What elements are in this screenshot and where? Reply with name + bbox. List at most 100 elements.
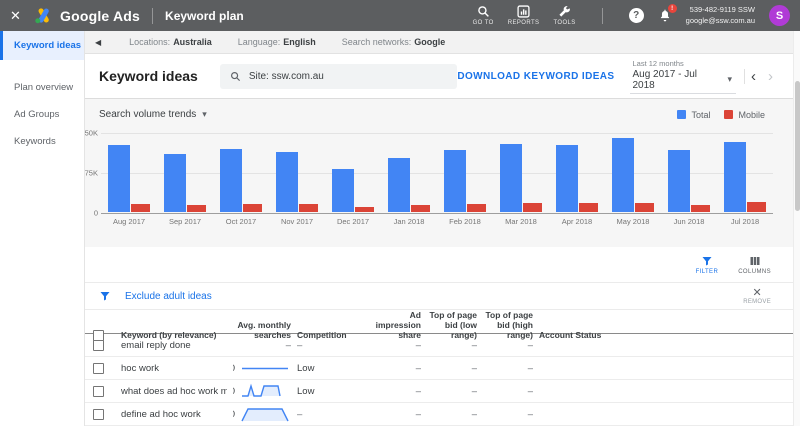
column-header-account-status[interactable]: Account Status [539, 330, 785, 340]
collapse-back-icon[interactable]: ◀ [95, 38, 101, 47]
vertical-scrollbar[interactable] [793, 31, 800, 426]
wrench-icon [558, 5, 571, 18]
total-bar [276, 152, 298, 212]
google-ads-brand[interactable]: Google Ads [34, 7, 140, 24]
mobile-bar [411, 205, 430, 212]
column-header-searches[interactable]: Avg. monthly searches [233, 320, 291, 340]
top-app-bar: ✕ Google Ads Keyword plan GO TO [0, 0, 800, 31]
trend-sparkline [239, 406, 291, 423]
bar-group: Mar 2018 [493, 133, 549, 213]
low-bid-cell: – [427, 386, 477, 397]
total-swatch [677, 110, 686, 119]
goto-button[interactable]: GO TO [473, 5, 494, 26]
bar-chart-plot: Aug 2017Sep 2017Oct 2017Nov 2017Dec 2017… [101, 133, 773, 213]
keyword-cell: email reply done [121, 340, 227, 351]
row-checkbox[interactable] [93, 363, 104, 374]
mobile-bar [187, 205, 206, 212]
avatar[interactable]: S [769, 5, 790, 26]
networks-setting[interactable]: Search networks:Google [342, 37, 446, 47]
language-setting[interactable]: Language:English [238, 37, 316, 47]
total-bar [444, 150, 466, 212]
search-icon [477, 5, 490, 18]
exclude-adult-ideas-filter[interactable]: Exclude adult ideas [125, 291, 212, 302]
sidebar-item-keyword-ideas[interactable]: Keyword ideas [0, 31, 84, 60]
columns-button[interactable]: COLUMNS [738, 255, 771, 275]
table-row[interactable]: hoc work10Low––– [85, 357, 793, 380]
mobile-bar [579, 203, 598, 212]
searches-cell: 10 [233, 406, 291, 423]
mobile-bar [131, 204, 150, 212]
columns-icon [749, 255, 761, 267]
bar-group: Feb 2018 [437, 133, 493, 213]
search-icon [230, 71, 241, 82]
date-range-dropdown[interactable]: Last 12 months Aug 2017 - Jul 2018 ▾ [630, 59, 736, 94]
download-keyword-ideas-button[interactable]: DOWNLOAD KEYWORD IDEAS [457, 71, 614, 82]
row-checkbox[interactable] [93, 409, 104, 420]
total-bar [724, 142, 746, 212]
x-tick-label: Feb 2018 [437, 217, 493, 226]
searches-cell: 10 [233, 360, 291, 377]
column-header-ad-impression[interactable]: Ad impression share [365, 310, 421, 341]
filter-button[interactable]: FILTER [696, 255, 719, 275]
keyword-ideas-header: Keyword ideas Site: ssw.com.au DOWNLOAD … [85, 54, 793, 99]
searches-cell: – [233, 340, 291, 351]
sidebar-item-ad-groups[interactable]: Ad Groups [0, 101, 84, 128]
x-tick-label: Mar 2018 [493, 217, 549, 226]
row-checkbox[interactable] [93, 386, 104, 397]
close-icon[interactable]: ✕ [10, 8, 34, 24]
google-ads-app: ✕ Google Ads Keyword plan GO TO [0, 0, 800, 426]
mobile-bar [523, 203, 542, 212]
bar-group: Jul 2018 [717, 133, 773, 213]
bar-group: Apr 2018 [549, 133, 605, 213]
chevron-down-icon: ▾ [727, 74, 732, 85]
high-bid-cell: – [483, 340, 533, 351]
table-row[interactable]: what does ad hoc work mean10Low––– [85, 380, 793, 403]
date-range-value: Aug 2017 - Jul 2018 [632, 69, 713, 91]
high-bid-cell: – [483, 386, 533, 397]
column-header-high-bid[interactable]: Top of page bid (high range) [483, 310, 533, 341]
locations-setting[interactable]: Locations:Australia [129, 37, 212, 47]
total-bar [556, 145, 578, 212]
trend-sparkline [239, 383, 291, 400]
close-icon: ✕ [752, 288, 761, 299]
help-icon[interactable]: ? [629, 8, 644, 23]
sidebar-item-plan-overview[interactable]: Plan overview [0, 74, 84, 101]
competition-cell: Low [297, 363, 359, 374]
total-bar [220, 149, 242, 212]
sidebar: Keyword ideas Plan overviewAd GroupsKeywo… [0, 31, 85, 426]
bar-group: Oct 2017 [213, 133, 269, 213]
legend-total: Total [677, 110, 710, 120]
notifications-bell-icon[interactable]: ! [658, 8, 672, 23]
site-search-input[interactable]: Site: ssw.com.au [220, 64, 458, 89]
searches-cell: 10 [233, 383, 291, 400]
mobile-bar [691, 205, 710, 212]
notification-badge: ! [668, 4, 677, 13]
scrollbar-thumb[interactable] [795, 81, 800, 211]
page-title: Keyword plan [165, 9, 244, 23]
row-checkbox[interactable] [93, 340, 104, 351]
mobile-bar [467, 204, 486, 212]
competition-cell: – [297, 340, 359, 351]
remove-filter-button[interactable]: ✕ REMOVE [743, 288, 771, 305]
trend-sparkline [239, 360, 291, 377]
previous-period-button[interactable]: ‹ [744, 69, 762, 84]
total-bar [612, 138, 634, 212]
table-row[interactable]: define ad hoc work10–––– [85, 403, 793, 426]
bar-group: Nov 2017 [269, 133, 325, 213]
competition-cell: – [297, 409, 359, 420]
table-header: Keyword (by relevance) Avg. monthly sear… [85, 310, 793, 334]
column-header-low-bid[interactable]: Top of page bid (low range) [427, 310, 477, 341]
tools-button[interactable]: TOOLS [553, 5, 575, 26]
select-all-checkbox[interactable] [93, 330, 104, 341]
next-period-button[interactable]: › [762, 69, 779, 84]
sidebar-item-keywords[interactable]: Keywords [0, 128, 84, 155]
ad-impression-cell: – [365, 340, 421, 351]
account-info[interactable]: 539-482-9119 SSW google@ssw.com.au [686, 5, 755, 25]
chart-type-dropdown[interactable]: Search volume trends ▾ [99, 109, 207, 120]
x-tick-label: Dec 2017 [325, 217, 381, 226]
x-tick-label: Jan 2018 [381, 217, 437, 226]
filter-funnel-icon [701, 255, 713, 267]
ad-impression-cell: – [365, 363, 421, 374]
reports-button[interactable]: REPORTS [508, 5, 540, 26]
total-bar [388, 158, 410, 212]
